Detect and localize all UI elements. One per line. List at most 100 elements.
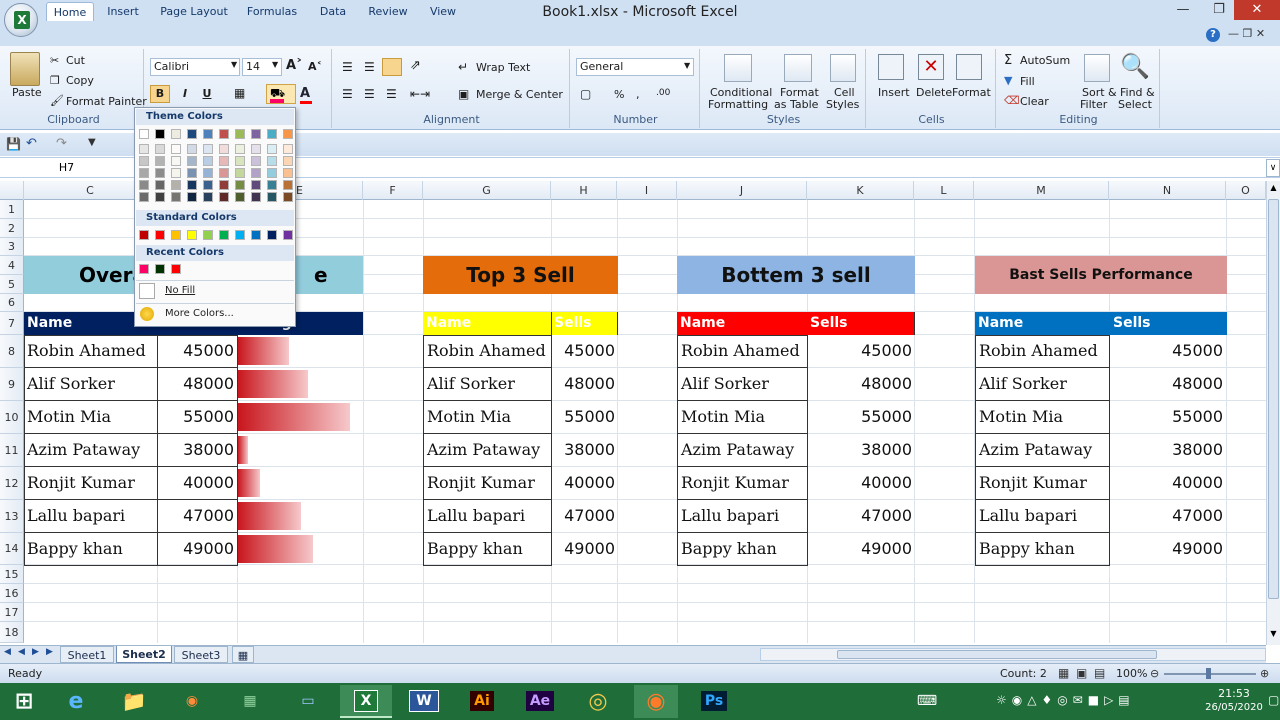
sort-filter-icon[interactable] [1084,54,1110,82]
comma-button[interactable]: , [636,88,640,101]
insert-button[interactable]: Insert [878,86,910,99]
number-format-select[interactable]: General [576,58,694,76]
best-sells-cell[interactable]: 38000 [1110,434,1223,466]
theme-tint-swatch[interactable] [155,156,165,166]
autosum-button[interactable]: AutoSum [1020,54,1070,67]
theme-tint-swatch[interactable] [235,192,245,202]
top3-name-cell[interactable]: Robin Ahamed [427,335,551,367]
bottom3-sells-cell[interactable]: 47000 [808,500,912,532]
theme-tint-swatch[interactable] [203,180,213,190]
row-header[interactable]: 16 [0,584,24,603]
orientation-icon[interactable]: ⇗ [410,58,421,73]
wrap-text-button[interactable]: Wrap Text [476,61,530,74]
standard-color-swatch[interactable] [235,230,245,240]
zoom-level[interactable]: 100% [1116,667,1147,680]
row-header[interactable]: 11 [0,434,24,467]
theme-tint-swatch[interactable] [219,168,229,178]
percent-button[interactable]: % [614,88,624,101]
fill-button[interactable]: Fill [1020,75,1035,88]
sheet-nav-last-icon[interactable]: ▶ [46,647,53,657]
format-cells-icon[interactable] [956,54,982,80]
clock-date[interactable]: 26/05/2020 [1202,702,1266,713]
standard-color-swatch[interactable] [171,230,181,240]
excel-taskbar-icon[interactable]: X [340,685,392,718]
row-header[interactable]: 10 [0,401,24,434]
tab-home[interactable]: Home [46,2,94,21]
column-header-n[interactable]: N [1109,181,1226,200]
row-header[interactable]: 17 [0,603,24,622]
theme-tint-swatch[interactable] [219,180,229,190]
column-header-g[interactable]: G [423,181,551,200]
theme-tint-swatch[interactable] [251,180,261,190]
overall-sells-cell[interactable]: 49000 [158,533,234,565]
row-header[interactable]: 3 [0,238,24,256]
theme-color-swatch[interactable] [203,129,213,139]
theme-tint-swatch[interactable] [267,180,277,190]
scroll-thumb[interactable] [1268,199,1279,599]
overall-name-cell[interactable]: Robin Ahamed [27,335,157,367]
tab-review[interactable]: Review [364,2,412,21]
theme-tint-swatch[interactable] [267,156,277,166]
bottom3-sells-cell[interactable]: 48000 [808,368,912,400]
theme-tint-swatch[interactable] [267,168,277,178]
delete-button[interactable]: Delete [916,86,952,99]
align-top-icon[interactable]: ☰ [342,60,353,74]
bottom3-name-cell[interactable]: Ronjit Kumar [681,467,807,499]
align-center-icon[interactable]: ☰ [364,87,375,101]
theme-color-swatch[interactable] [235,129,245,139]
windows-start-icon[interactable]: ⊞ [2,685,46,718]
recent-color-swatch[interactable] [155,264,165,274]
overall-sells-cell[interactable]: 40000 [158,467,234,499]
best-name-cell[interactable]: Robin Ahamed [979,335,1109,367]
expand-formula-bar-icon[interactable]: ∨ [1266,159,1280,177]
paste-icon[interactable] [10,52,40,86]
bottom3-name-cell[interactable]: Lallu bapari [681,500,807,532]
conditional-formatting-icon[interactable] [724,54,752,82]
theme-tint-swatch[interactable] [251,168,261,178]
standard-color-swatch[interactable] [155,230,165,240]
close-button[interactable]: ✕ [1234,0,1280,20]
zoom-out-icon[interactable]: ⊖ [1150,667,1159,680]
row-header[interactable]: 4 [0,256,24,275]
find-select-icon[interactable]: 🔍 [1120,52,1150,80]
best-sells-cell[interactable]: 55000 [1110,401,1223,433]
delete-cells-icon[interactable]: ✕ [918,54,944,80]
file-explorer-icon[interactable]: 📁 [112,685,156,718]
italic-button[interactable]: I [176,85,194,103]
best-name-cell[interactable]: Bappy khan [979,533,1109,565]
row-header[interactable]: 9 [0,368,24,401]
best-name-cell[interactable]: Lallu bapari [979,500,1109,532]
standard-color-swatch[interactable] [187,230,197,240]
theme-tint-swatch[interactable] [283,180,293,190]
theme-tint-swatch[interactable] [219,192,229,202]
theme-tint-swatch[interactable] [219,144,229,154]
uc-browser-icon[interactable]: ◉ [170,685,214,718]
no-fill-option[interactable]: No Fill [165,285,195,296]
row-header[interactable]: 18 [0,622,24,643]
chrome-taskbar-icon[interactable]: ◎ [576,685,620,718]
hscroll-thumb[interactable] [837,650,1157,659]
cell-styles-icon[interactable] [830,54,856,82]
standard-color-swatch[interactable] [219,230,229,240]
best-name-cell[interactable]: Alif Sorker [979,368,1109,400]
theme-tint-swatch[interactable] [283,144,293,154]
scroll-up-icon[interactable]: ▲ [1268,183,1279,195]
best-sells-cell[interactable]: 48000 [1110,368,1223,400]
top3-header-row[interactable]: Name Sells [423,312,618,335]
currency-icon[interactable]: ▢ [580,87,591,101]
photoshop-taskbar-icon[interactable]: Ps [692,685,736,718]
bottom3-name-cell[interactable]: Robin Ahamed [681,335,807,367]
row-header[interactable]: 14 [0,533,24,565]
top3-name-cell[interactable]: Bappy khan [427,533,551,565]
more-colors-option[interactable]: More Colors... [165,308,234,319]
top3-name-cell[interactable]: Lallu bapari [427,500,551,532]
bottom3-sells-cell[interactable]: 49000 [808,533,912,565]
theme-tint-swatch[interactable] [139,144,149,154]
align-right-icon[interactable]: ☰ [386,87,397,101]
theme-tint-swatch[interactable] [251,192,261,202]
align-left-icon[interactable]: ☰ [342,87,353,101]
app-icon[interactable]: ▭ [286,685,330,718]
best-name-cell[interactable]: Ronjit Kumar [979,467,1109,499]
overall-name-cell[interactable]: Bappy khan [27,533,157,565]
align-bottom-icon[interactable] [382,58,402,76]
